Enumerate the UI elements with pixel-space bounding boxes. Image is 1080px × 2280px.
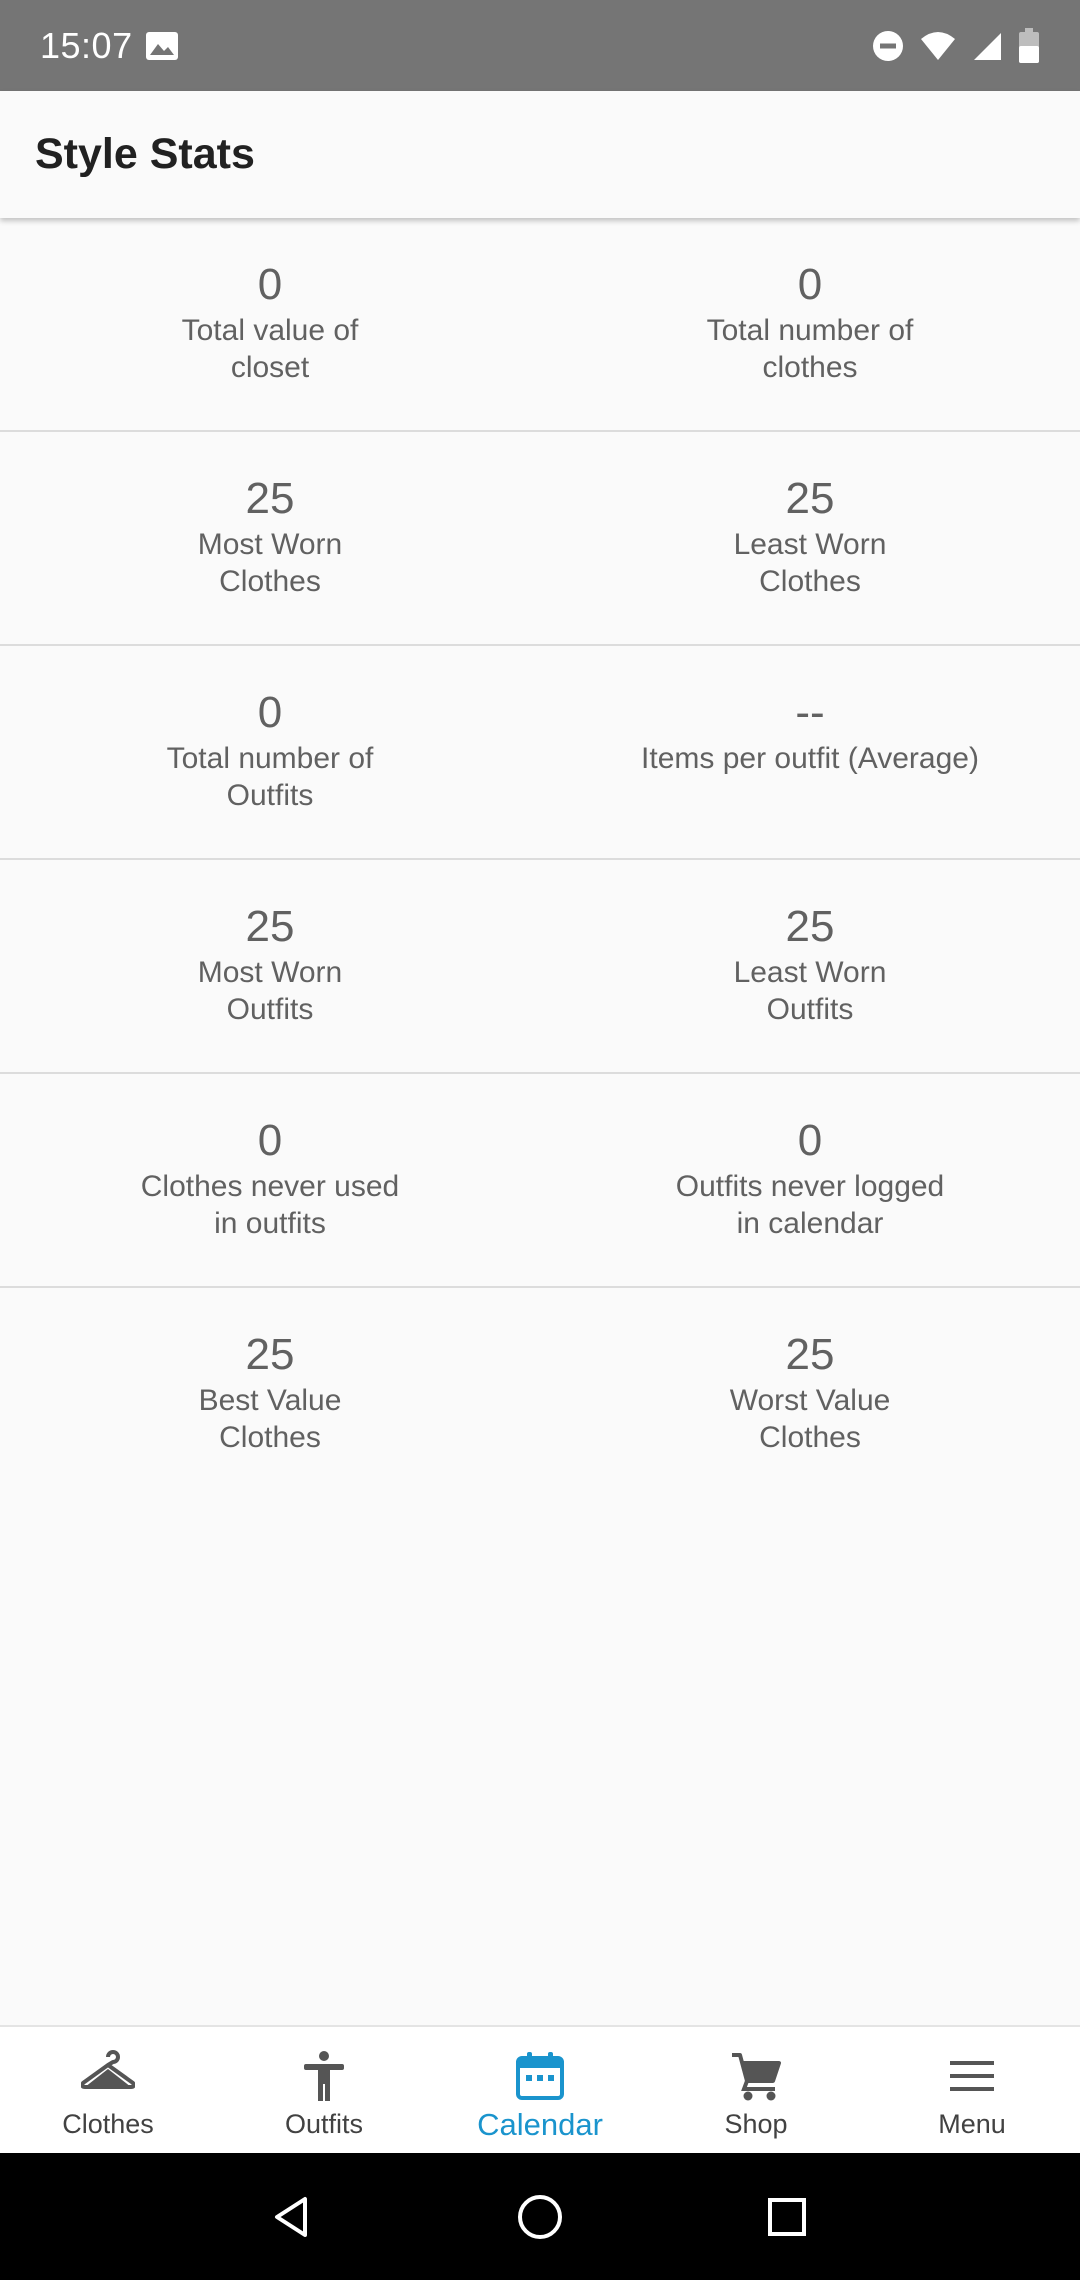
nav-item-menu[interactable]: Menu xyxy=(864,2027,1080,2153)
stat-label: Outfits never logged in calendar xyxy=(675,1170,945,1240)
menu-icon xyxy=(950,2061,994,2091)
bottom-nav: Clothes Outfits Calendar Shop Menu xyxy=(0,2025,1080,2153)
nav-item-clothes[interactable]: Clothes xyxy=(0,2027,216,2153)
nav-label: Outfits xyxy=(284,2109,364,2139)
nav-label: Menu xyxy=(938,2109,1006,2139)
calendar-icon xyxy=(516,2052,564,2100)
stat-clothes-never-used[interactable]: 0 Clothes never used in outfits xyxy=(0,1074,540,1286)
nav-label: Shop xyxy=(724,2109,788,2139)
stat-value: 0 xyxy=(797,1116,823,1165)
stat-outfits-never-logged[interactable]: 0 Outfits never logged in calendar xyxy=(540,1074,1080,1286)
stat-value: 25 xyxy=(785,474,835,523)
do-not-disturb-icon xyxy=(873,30,903,61)
stat-label: Least Worn Outfits xyxy=(733,956,887,1026)
system-nav-bar xyxy=(0,2153,1080,2280)
battery-icon xyxy=(1019,27,1039,63)
recents-icon[interactable] xyxy=(763,2193,811,2241)
stat-value: 0 xyxy=(257,260,283,309)
status-bar: 15:07 xyxy=(0,0,1080,91)
stat-least-worn-outfits[interactable]: 25 Least Worn Outfits xyxy=(540,860,1080,1072)
stat-label: Total number of Outfits xyxy=(166,742,374,812)
stats-list: 0 Total value of closet 0 Total number o… xyxy=(0,218,1080,1502)
stat-value: 25 xyxy=(245,1330,295,1379)
nav-item-shop[interactable]: Shop xyxy=(648,2027,864,2153)
image-notification-icon xyxy=(145,31,178,60)
nav-item-calendar[interactable]: Calendar xyxy=(432,2027,648,2153)
stat-least-worn-clothes[interactable]: 25 Least Worn Clothes xyxy=(540,432,1080,644)
stat-label: Worst Value Clothes xyxy=(729,1384,891,1454)
stat-items-per-outfit[interactable]: -- Items per outfit (Average) xyxy=(540,646,1080,858)
back-icon[interactable] xyxy=(269,2193,317,2241)
stat-label: Clothes never used in outfits xyxy=(140,1170,400,1240)
stat-label: Total number of clothes xyxy=(706,314,914,384)
hanger-icon xyxy=(81,2050,135,2089)
stat-label: Total value of closet xyxy=(181,314,359,384)
stat-row: 0 Clothes never used in outfits 0 Outfit… xyxy=(0,1074,1080,1288)
stat-value: 0 xyxy=(257,688,283,737)
app-bar: Style Stats xyxy=(0,91,1080,218)
signal-icon xyxy=(974,32,1001,60)
page-title: Style Stats xyxy=(35,130,255,178)
nav-item-outfits[interactable]: Outfits xyxy=(216,2027,432,2153)
home-icon[interactable] xyxy=(516,2193,564,2241)
stat-total-outfits[interactable]: 0 Total number of Outfits xyxy=(0,646,540,858)
stat-value: 25 xyxy=(785,902,835,951)
nav-label: Clothes xyxy=(62,2109,154,2139)
stat-total-clothes[interactable]: 0 Total number of clothes xyxy=(540,218,1080,430)
cart-icon xyxy=(732,2053,781,2101)
stat-row: 0 Total value of closet 0 Total number o… xyxy=(0,218,1080,432)
stat-value: 0 xyxy=(797,260,823,309)
person-icon xyxy=(304,2051,344,2101)
stat-row: 25 Most Worn Outfits 25 Least Worn Outfi… xyxy=(0,860,1080,1074)
stat-label: Most Worn Clothes xyxy=(197,528,343,598)
stat-worst-value-clothes[interactable]: 25 Worst Value Clothes xyxy=(540,1288,1080,1502)
stat-value: 0 xyxy=(257,1116,283,1165)
status-time: 15:07 xyxy=(40,24,133,66)
stat-most-worn-clothes[interactable]: 25 Most Worn Clothes xyxy=(0,432,540,644)
stat-label: Least Worn Clothes xyxy=(733,528,887,598)
wifi-icon xyxy=(921,31,955,60)
stat-row: 25 Best Value Clothes 25 Worst Value Clo… xyxy=(0,1288,1080,1502)
stat-label: Items per outfit (Average) xyxy=(641,742,979,775)
nav-label: Calendar xyxy=(477,2107,603,2142)
stat-value: -- xyxy=(795,688,825,737)
stat-label: Best Value Clothes xyxy=(198,1384,342,1454)
stat-value: 25 xyxy=(785,1330,835,1379)
stat-label: Most Worn Outfits xyxy=(197,956,343,1026)
status-icons xyxy=(872,27,1040,64)
stat-row: 25 Most Worn Clothes 25 Least Worn Cloth… xyxy=(0,432,1080,646)
stat-value: 25 xyxy=(245,474,295,523)
stat-total-closet-value[interactable]: 0 Total value of closet xyxy=(0,218,540,430)
stat-most-worn-outfits[interactable]: 25 Most Worn Outfits xyxy=(0,860,540,1072)
stat-value: 25 xyxy=(245,902,295,951)
stat-best-value-clothes[interactable]: 25 Best Value Clothes xyxy=(0,1288,540,1502)
stat-row: 0 Total number of Outfits -- Items per o… xyxy=(0,646,1080,860)
